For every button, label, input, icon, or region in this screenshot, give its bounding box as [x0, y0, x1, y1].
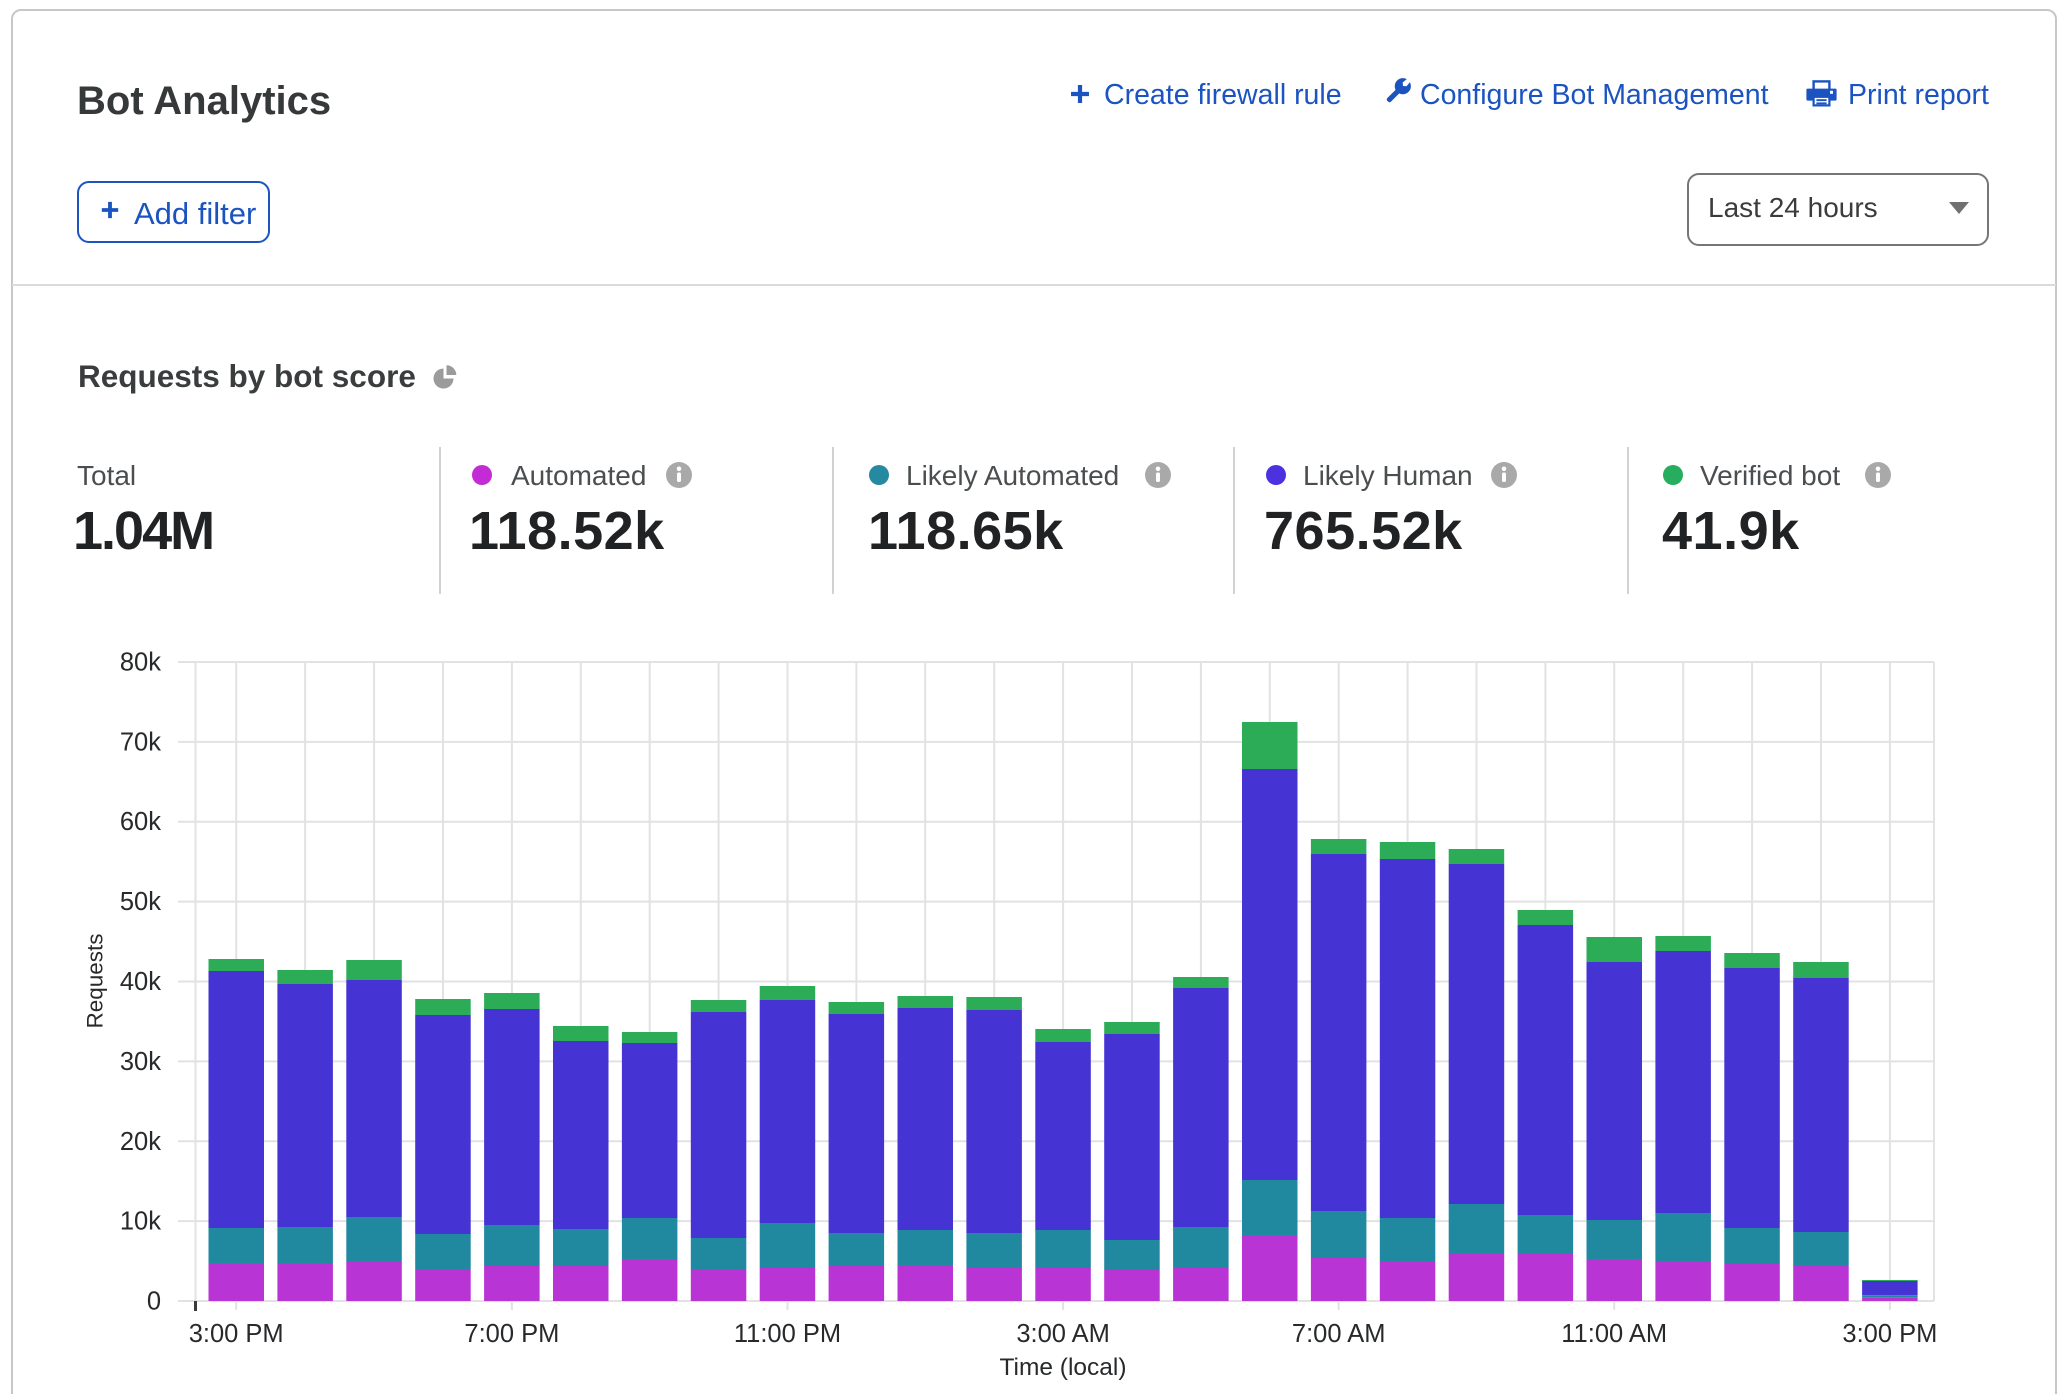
- svg-text:7:00 AM: 7:00 AM: [1292, 1320, 1386, 1348]
- svg-text:3:00 AM: 3:00 AM: [1016, 1320, 1110, 1348]
- svg-text:Requests: Requests: [83, 933, 108, 1028]
- svg-text:11:00 AM: 11:00 AM: [1561, 1320, 1667, 1348]
- svg-text:30k: 30k: [120, 1048, 161, 1076]
- svg-text:3:00 PM: 3:00 PM: [189, 1320, 284, 1348]
- svg-text:80k: 80k: [120, 649, 161, 677]
- svg-text:50k: 50k: [120, 888, 161, 916]
- svg-text:20k: 20k: [120, 1128, 161, 1156]
- svg-text:10k: 10k: [120, 1208, 161, 1236]
- svg-text:60k: 60k: [120, 808, 161, 836]
- svg-text:Time (local): Time (local): [999, 1354, 1126, 1381]
- svg-text:7:00 PM: 7:00 PM: [464, 1320, 559, 1348]
- svg-text:40k: 40k: [120, 968, 161, 996]
- svg-text:3:00 PM: 3:00 PM: [1842, 1320, 1937, 1348]
- svg-text:11:00 PM: 11:00 PM: [734, 1320, 841, 1348]
- svg-text:70k: 70k: [120, 728, 161, 756]
- svg-text:0: 0: [147, 1288, 161, 1316]
